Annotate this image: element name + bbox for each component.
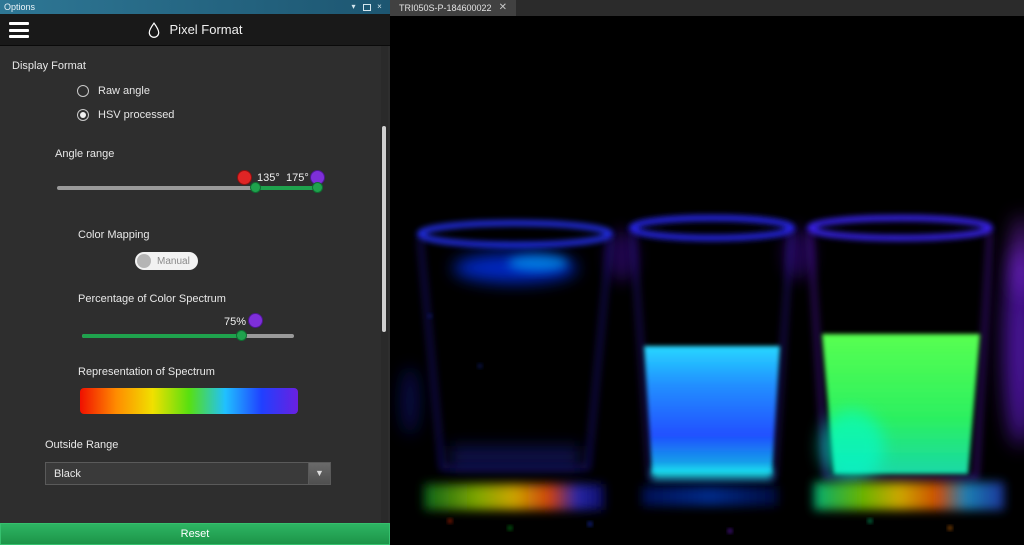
radio-hsv-processed-label: HSV processed xyxy=(98,109,175,121)
radio-raw-angle[interactable]: Raw angle xyxy=(77,85,150,97)
radio-raw-angle-circle[interactable] xyxy=(77,85,89,97)
toggle-label: Manual xyxy=(157,255,190,267)
image-viewer-panel: TRI050S-P-184600022 ✕ xyxy=(390,0,1024,545)
percentage-fill xyxy=(82,334,242,338)
percentage-value: 75% xyxy=(224,316,247,328)
window-title: Options xyxy=(4,2,36,12)
percentage-label: Percentage of Color Spectrum xyxy=(78,293,226,305)
chevron-down-icon[interactable]: ▼ xyxy=(308,463,330,484)
options-window: Options ▾ × Pixel Format Display Format … xyxy=(0,0,390,545)
radio-hsv-processed[interactable]: HSV processed xyxy=(77,109,174,121)
panel-header: Pixel Format xyxy=(0,14,390,46)
options-titlebar[interactable]: Options ▾ × xyxy=(0,0,390,14)
options-content: Display Format Raw angle HSV processed A… xyxy=(0,46,390,523)
angle-range-label: Angle range xyxy=(55,148,115,160)
viewer-tab-label: TRI050S-P-184600022 xyxy=(399,3,492,13)
spectrum-gradient-bar xyxy=(80,388,298,414)
pin-icon[interactable]: ▾ xyxy=(347,1,360,13)
tab-close-icon[interactable]: ✕ xyxy=(499,3,507,13)
percentage-slider-handle[interactable] xyxy=(236,330,247,341)
reset-button[interactable]: Reset xyxy=(0,523,390,545)
viewer-tabbar: TRI050S-P-184600022 ✕ xyxy=(390,0,1024,16)
hsv-image-canvas[interactable] xyxy=(390,16,1024,545)
angle-high-value: 175° xyxy=(286,172,309,184)
manual-toggle[interactable]: Manual xyxy=(135,252,198,270)
page-title: Pixel Format xyxy=(169,22,243,37)
color-mapping-label: Color Mapping xyxy=(78,229,150,241)
panel-scrollbar[interactable] xyxy=(381,46,388,523)
close-icon[interactable]: × xyxy=(373,1,386,13)
outside-range-value: Black xyxy=(54,467,81,480)
angle-low-handle-dot[interactable] xyxy=(237,170,252,185)
angle-range-fill xyxy=(256,186,319,190)
app-window: Options ▾ × Pixel Format Display Format … xyxy=(0,0,1024,545)
radio-raw-angle-label: Raw angle xyxy=(98,85,150,97)
percentage-handle-dot[interactable] xyxy=(248,313,263,328)
panel-scrollbar-thumb[interactable] xyxy=(382,126,386,332)
hamburger-menu-icon[interactable] xyxy=(9,22,29,38)
radio-hsv-processed-circle[interactable] xyxy=(77,109,89,121)
toggle-knob[interactable] xyxy=(137,254,151,268)
hsv-processed-image xyxy=(390,16,1024,545)
outside-range-dropdown[interactable]: Black ▼ xyxy=(45,462,331,485)
display-format-label: Display Format xyxy=(12,60,86,72)
header-title-wrap: Pixel Format xyxy=(148,21,243,38)
viewer-tab[interactable]: TRI050S-P-184600022 ✕ xyxy=(390,0,516,16)
angle-low-value: 135° xyxy=(257,172,280,184)
outside-range-label: Outside Range xyxy=(45,439,119,451)
angle-high-slider-handle[interactable] xyxy=(312,182,323,193)
float-window-icon[interactable] xyxy=(360,1,373,13)
droplet-icon xyxy=(148,21,159,38)
spectrum-label: Representation of Spectrum xyxy=(78,366,215,378)
angle-low-slider-handle[interactable] xyxy=(250,182,261,193)
